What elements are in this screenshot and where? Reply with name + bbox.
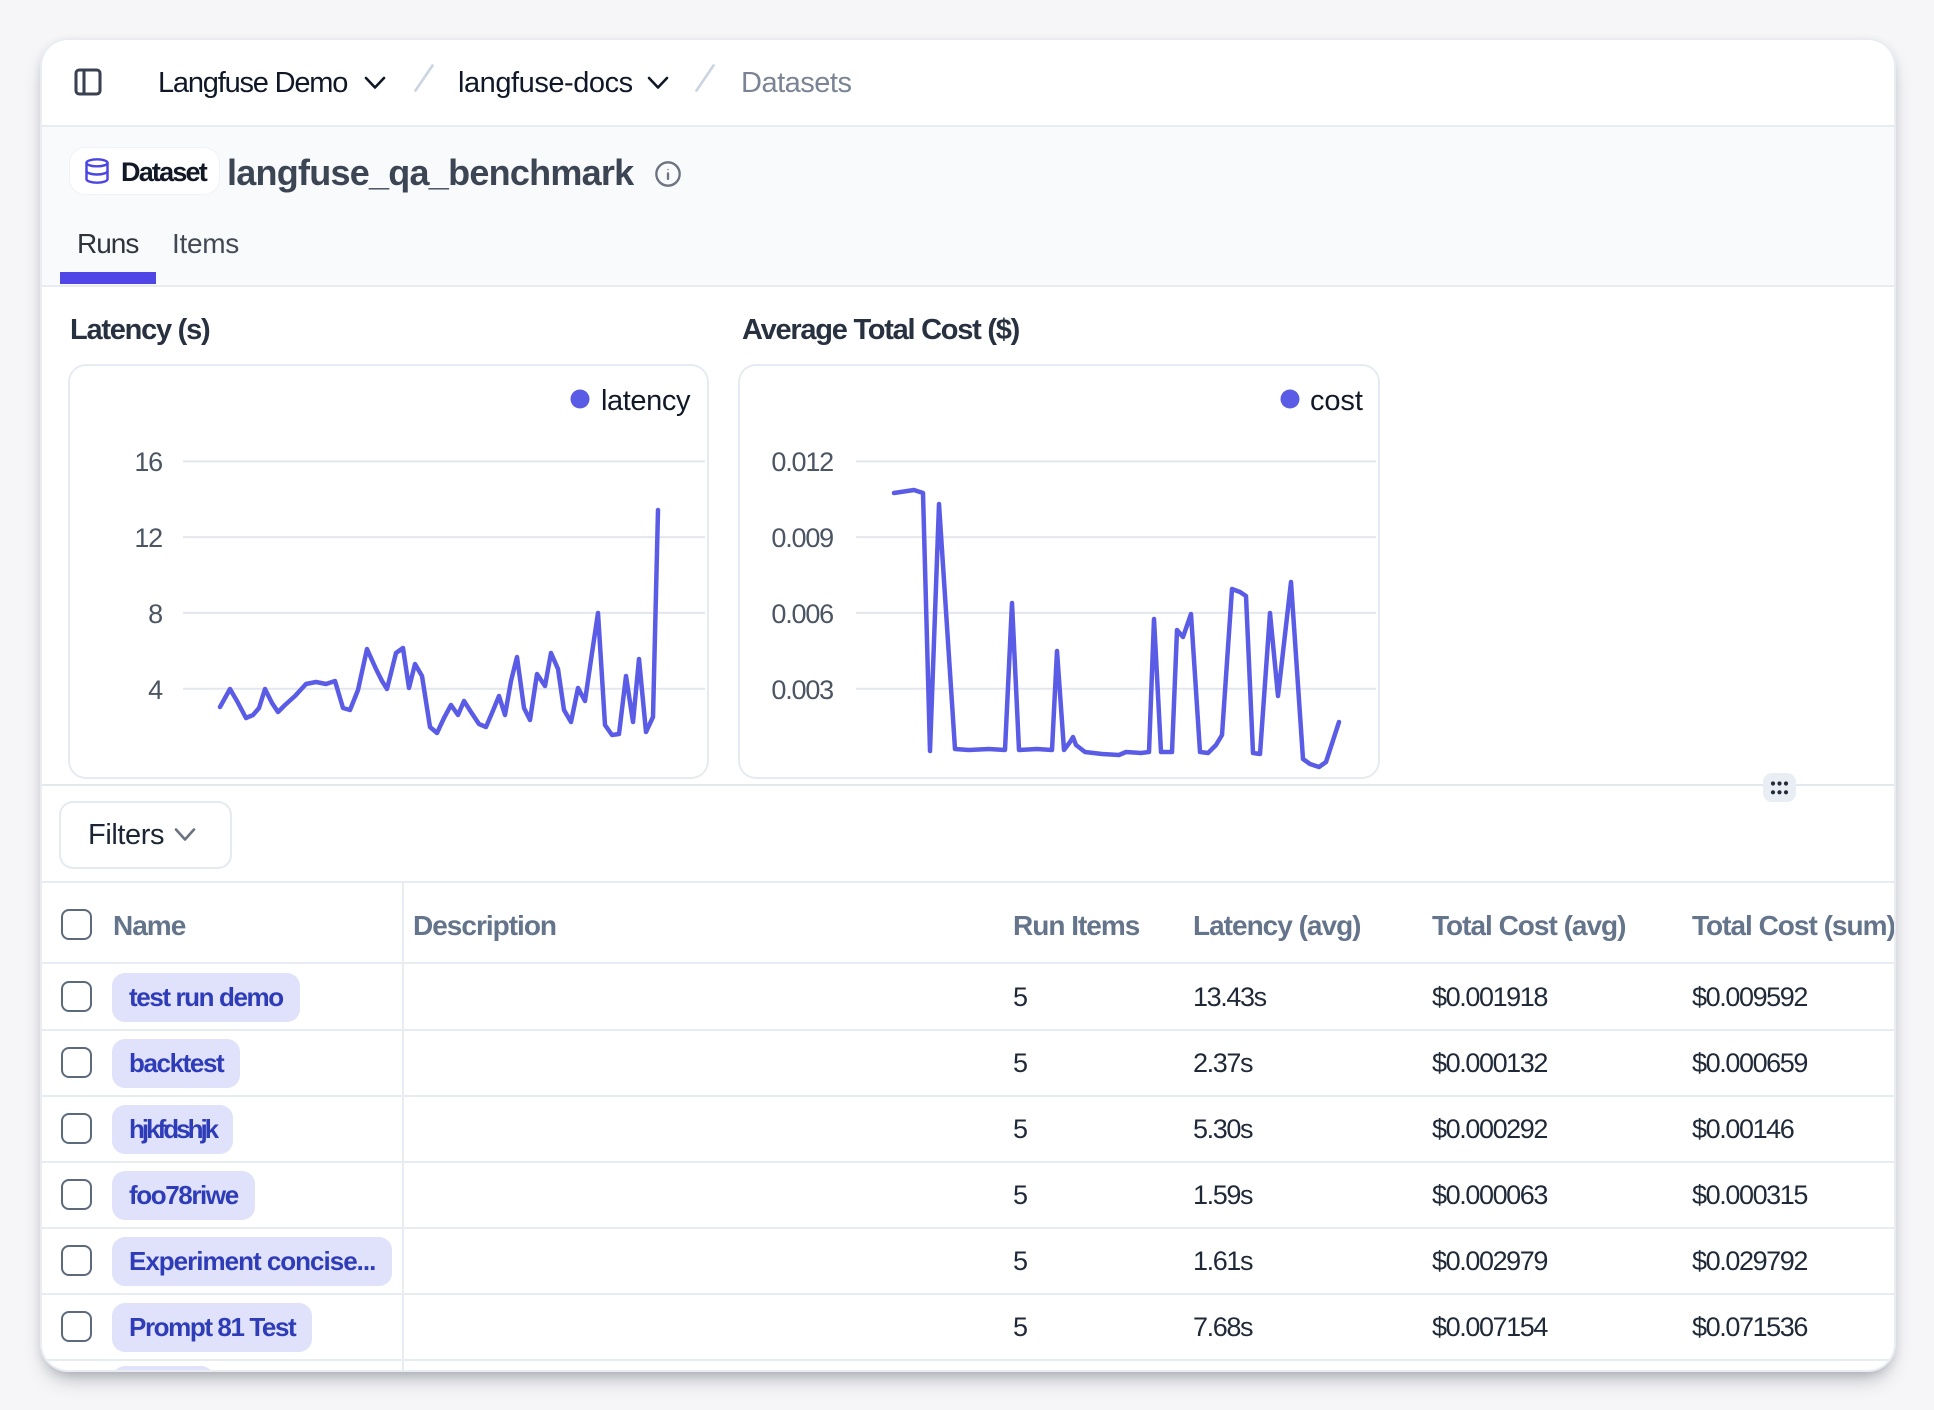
- svg-text:4: 4: [148, 675, 163, 705]
- svg-text:0.009: 0.009: [771, 523, 833, 553]
- svg-text:0.012: 0.012: [771, 447, 833, 477]
- svg-text:8: 8: [148, 599, 162, 629]
- svg-text:latency: latency: [601, 385, 691, 417]
- svg-text:0.006: 0.006: [771, 599, 833, 629]
- svg-text:0.003: 0.003: [771, 675, 833, 705]
- svg-text:cost: cost: [1310, 385, 1363, 417]
- svg-text:16: 16: [134, 447, 162, 477]
- svg-text:12: 12: [134, 523, 162, 553]
